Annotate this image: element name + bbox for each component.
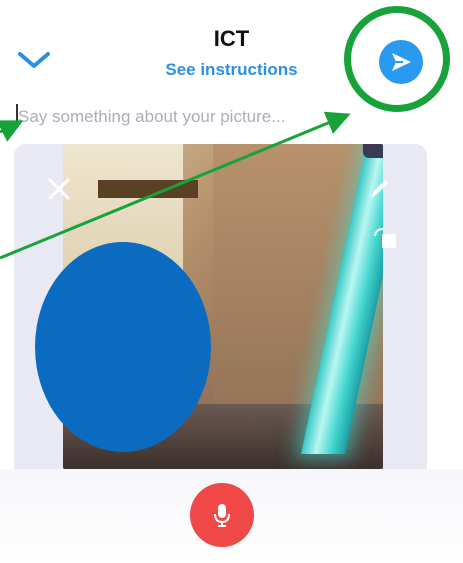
photo-door-frame — [98, 180, 198, 198]
crop-icon[interactable] — [372, 226, 398, 250]
microphone-icon — [214, 504, 230, 527]
record-button[interactable] — [190, 483, 254, 547]
pencil-icon[interactable] — [366, 176, 392, 202]
close-icon[interactable] — [46, 176, 72, 202]
header: ICT See instructions — [0, 0, 463, 135]
redaction-circle — [35, 242, 211, 452]
photo-tube-cap — [363, 144, 383, 158]
send-icon — [392, 53, 411, 71]
send-button[interactable] — [379, 40, 423, 84]
caption-input[interactable] — [18, 104, 338, 130]
